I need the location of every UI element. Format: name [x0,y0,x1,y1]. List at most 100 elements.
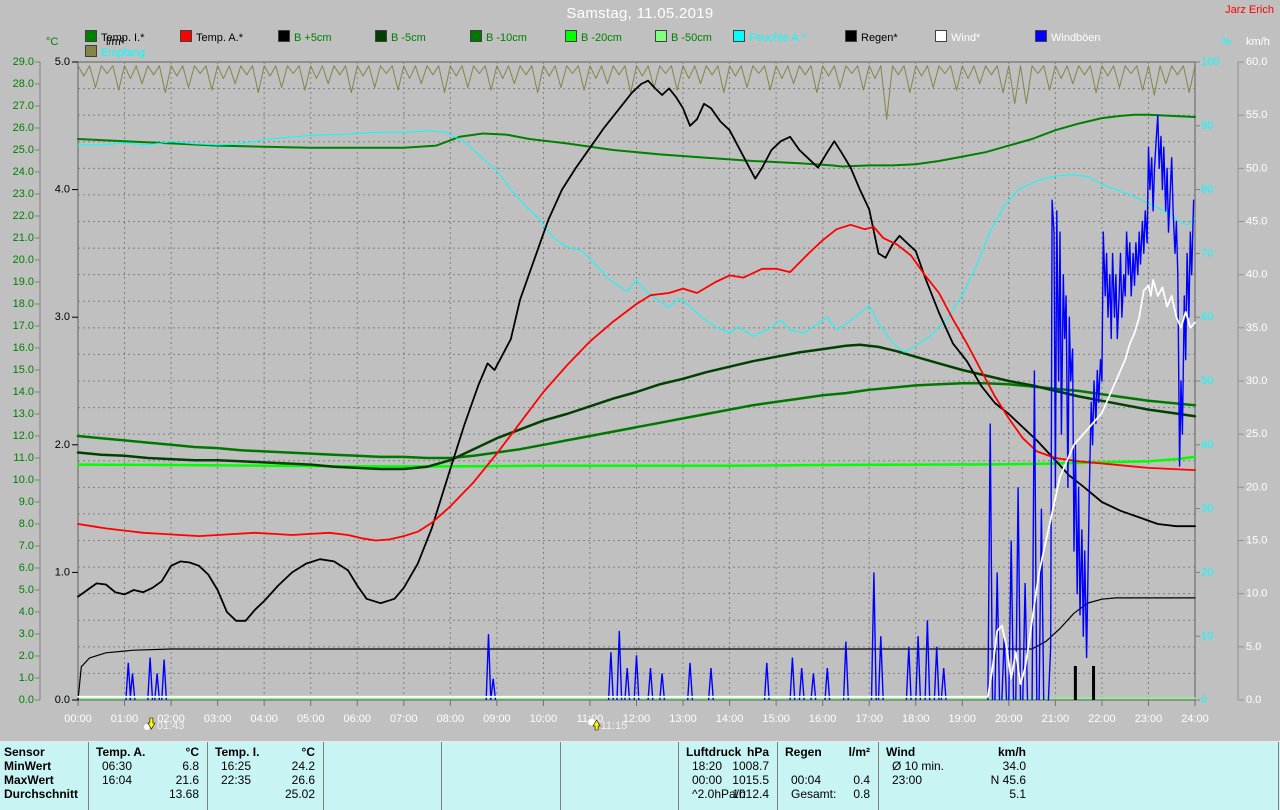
table-cell: 22:35 [221,773,252,787]
rain-tick-label: 4.0 [55,184,70,196]
celsius-tick-label: 16.0 [13,342,34,354]
table-divider [323,742,324,810]
table-cell: l/m² [848,745,870,759]
series-windboeen-spike [763,662,770,701]
celsius-tick-label: 6.0 [19,562,34,574]
table-cell: 00:04 [791,773,822,787]
celsius-tick-label: 28.0 [13,78,34,90]
series-windboeen-spike [616,630,623,701]
hour-tick-label: 07:00 [390,713,418,725]
table-cell: Gesamt: [791,787,837,801]
wind-tick-label: 40.0 [1246,269,1267,281]
humidity-tick-label: 30 [1201,503,1213,515]
hour-tick-label: 14:00 [716,713,744,725]
hour-tick-label: 23:00 [1135,713,1163,725]
rain-tick-label: 5.0 [55,56,70,68]
celsius-tick-label: 15.0 [13,364,34,376]
table-cell: Durchschnitt [4,787,79,801]
humidity-tick-label: 90 [1201,120,1213,132]
table-cell: 00:00 [692,773,723,787]
table-cell: 1012.4 [732,787,769,801]
humidity-tick-label: 40 [1201,439,1213,451]
table-right-border [1278,742,1279,810]
table-cell: °C [185,745,199,759]
hour-tick-label: 05:00 [297,713,325,725]
celsius-tick-label: 9.0 [19,496,34,508]
celsius-tick-label: 19.0 [13,276,34,288]
celsius-tick-label: 23.0 [13,188,34,200]
celsius-tick-label: 17.0 [13,320,34,332]
series-windboeen-spike [798,668,805,701]
summary-table: Sensor MinWert MaxWert Durchschnitt Temp. A.… [0,741,1280,810]
series-windboeen-spike [842,641,849,701]
celsius-tick-label: 5.0 [19,584,34,596]
table-cell: 16:04 [102,773,133,787]
series-windboeen-spike [1022,582,1029,701]
celsius-tick-label: 21.0 [13,232,34,244]
celsius-tick-label: 25.0 [13,144,34,156]
humidity-tick-label: 70 [1201,247,1213,259]
series-b-10cm [76,381,1197,460]
hour-tick-label: 21:00 [1042,713,1070,725]
table-cell: 1008.7 [732,759,769,773]
table-cell: 0.4 [853,773,870,787]
series-windboeen-spike [933,646,940,701]
humidity-tick-label: 60 [1201,311,1213,323]
series-windboeen-spike [707,668,714,701]
celsius-tick-label: 8.0 [19,518,34,530]
table-cell: Wind [886,745,916,759]
hour-tick-label: 16:00 [809,713,837,725]
series-windboeen-spike [824,668,831,701]
moonset-icon [143,717,156,730]
hour-tick-label: 03:00 [204,713,232,725]
series-windboeen-spike [924,620,931,701]
celsius-tick-label: 20.0 [13,254,34,266]
table-cell: °C [301,745,315,759]
celsius-tick-label: 10.0 [13,474,34,486]
celsius-tick-label: 7.0 [19,540,34,552]
hour-tick-label: 00:00 [64,713,92,725]
humidity-tick-label: 50 [1201,375,1213,387]
table-divider [678,742,679,810]
table-cell: 16:25 [221,759,252,773]
celsius-tick-label: 22.0 [13,210,34,222]
hour-tick-label: 18:00 [902,713,930,725]
series-windboeen-spike [877,636,884,701]
table-cell: 5.1 [1009,787,1026,801]
table-cell: MaxWert [4,773,54,787]
table-cell: 21.6 [175,773,199,787]
wind-tick-label: 10.0 [1246,588,1267,600]
rain-tick-label: 2.0 [55,439,70,451]
celsius-tick-label: 3.0 [19,628,34,640]
humidity-tick-label: 100 [1201,56,1219,68]
table-cell: 26.6 [291,773,315,787]
wind-tick-label: 15.0 [1246,535,1267,547]
table-divider [878,742,879,810]
table-cell: 1015.5 [732,773,769,787]
table-divider [88,742,89,810]
rain-tick-label: 1.0 [55,566,70,578]
series-windboeen-spike [161,659,168,701]
wind-tick-label: 20.0 [1246,481,1267,493]
celsius-tick-label: 26.0 [13,122,34,134]
series-windboeen-spike [147,657,154,701]
celsius-tick-label: 18.0 [13,298,34,310]
table-cell: 23:00 [892,773,923,787]
table-cell: 18:20 [692,759,723,773]
hour-tick-label: 20:00 [995,713,1023,725]
table-cell: 06:30 [102,759,133,773]
celsius-tick-label: 14.0 [13,386,34,398]
rain-tick-label: 0.0 [55,694,70,706]
celsius-tick-label: 1.0 [19,672,34,684]
wind-tick-label: 5.0 [1246,641,1261,653]
wind-tick-label: 55.0 [1246,109,1267,121]
weather-station-screen: Samstag, 11.05.2019 Jarz Erich °C l/m² %… [0,0,1280,810]
humidity-tick-label: 20 [1201,566,1213,578]
hour-tick-label: 22:00 [1088,713,1116,725]
series-feuchte-a- [77,130,1196,353]
hour-tick-label: 24:00 [1181,713,1209,725]
hour-tick-label: 19:00 [949,713,977,725]
humidity-tick-label: 0 [1201,694,1207,706]
hour-tick-label: 17:00 [855,713,883,725]
table-cell: 24.2 [291,759,315,773]
